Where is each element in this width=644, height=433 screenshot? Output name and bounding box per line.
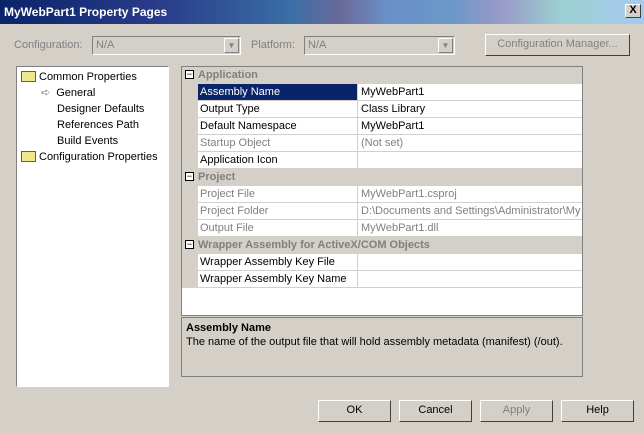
property-row[interactable]: Project File MyWebPart1.csproj	[182, 186, 582, 203]
description-panel: Assembly Name The name of the output fil…	[181, 317, 583, 377]
description-text: The name of the output file that will ho…	[186, 336, 563, 348]
configuration-select[interactable]: N/A ▼	[92, 36, 241, 55]
property-row[interactable]: Startup Object (Not set)	[182, 135, 582, 152]
property-row[interactable]: Wrapper Assembly Key File	[182, 254, 582, 271]
tree-item-configuration-properties[interactable]: Configuration Properties	[19, 149, 166, 165]
property-row[interactable]: Assembly Name MyWebPart1	[182, 84, 582, 101]
collapse-icon[interactable]: −	[185, 240, 194, 249]
platform-select[interactable]: N/A ▼	[304, 36, 455, 55]
collapse-icon[interactable]: −	[185, 172, 194, 181]
apply-button[interactable]: Apply	[480, 400, 553, 422]
folder-icon	[21, 150, 36, 162]
platform-value: N/A	[308, 39, 327, 51]
close-button[interactable]: X	[625, 4, 641, 18]
chevron-down-icon: ▼	[224, 38, 239, 53]
property-row[interactable]: Wrapper Assembly Key Name	[182, 271, 582, 288]
cancel-button[interactable]: Cancel	[399, 400, 472, 422]
title-bar: MyWebPart1 Property Pages X	[0, 0, 644, 24]
tree-item-build-events[interactable]: Build Events	[19, 133, 166, 149]
property-row[interactable]: Default Namespace MyWebPart1	[182, 118, 582, 135]
chevron-down-icon: ▼	[438, 38, 453, 53]
property-row[interactable]: Project Folder D:\Documents and Settings\…	[182, 203, 582, 220]
category-application[interactable]: − Application	[182, 67, 582, 84]
property-row[interactable]: Application Icon	[182, 152, 582, 169]
help-button[interactable]: Help	[561, 400, 634, 422]
category-wrapper-assembly[interactable]: − Wrapper Assembly for ActiveX/COM Object…	[182, 237, 582, 254]
tree-item-designer-defaults[interactable]: Designer Defaults	[19, 101, 166, 117]
configuration-label: Configuration:	[14, 39, 83, 51]
property-row[interactable]: Output Type Class Library	[182, 101, 582, 118]
category-project[interactable]: − Project	[182, 169, 582, 186]
ok-button[interactable]: OK	[318, 400, 391, 422]
tree-item-common-properties[interactable]: Common Properties	[19, 69, 166, 85]
arrow-right-icon: ➪	[41, 87, 51, 99]
category-tree[interactable]: Common Properties ➪ General Designer Defa…	[16, 66, 169, 387]
configuration-manager-button[interactable]: Configuration Manager...	[485, 34, 630, 56]
platform-label: Platform:	[251, 39, 296, 51]
collapse-icon[interactable]: −	[185, 70, 194, 79]
property-grid[interactable]: − Application Assembly Name MyWebPart1 Out…	[181, 66, 583, 316]
configuration-value: N/A	[96, 39, 115, 51]
window-title: MyWebPart1 Property Pages	[4, 5, 168, 19]
description-title: Assembly Name	[186, 322, 271, 334]
property-row[interactable]: Output File MyWebPart1.dll	[182, 220, 582, 237]
open-folder-icon	[21, 70, 36, 82]
tree-item-references-path[interactable]: References Path	[19, 117, 166, 133]
tree-item-general[interactable]: ➪ General	[19, 85, 166, 101]
